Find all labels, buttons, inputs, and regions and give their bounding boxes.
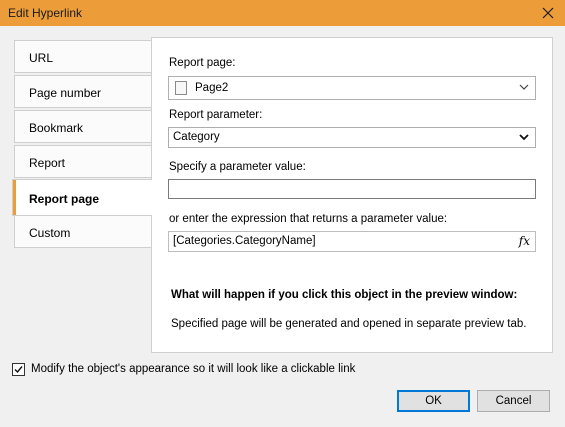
close-button[interactable] [531,0,565,26]
modify-appearance-label: Modify the object's appearance so it wil… [31,363,356,375]
close-icon [542,7,554,19]
chevron-down-icon [519,84,529,90]
info-heading: What will happen if you click this objec… [171,289,518,301]
report-parameter-select[interactable]: Category [168,127,536,148]
report-parameter-label: Report parameter: [169,109,263,121]
parameter-value-input[interactable] [168,179,536,199]
expression-input[interactable]: [Categories.CategoryName] fx [168,231,536,252]
tab-label: Report page [29,192,100,206]
expression-label: or enter the expression that returns a p… [169,213,448,225]
chevron-down-icon [519,134,529,141]
tab-url[interactable]: URL [14,40,151,73]
tab-custom[interactable]: Custom [14,215,151,248]
checkbox-box[interactable] [12,363,25,376]
tab-label: Custom [29,226,71,240]
report-page-label: Report page: [169,57,236,69]
page-icon [175,81,187,95]
checkmark-icon [14,366,23,374]
report-page-combobox[interactable]: Page2 [168,76,536,100]
expression-editor-button[interactable]: fx [519,234,530,248]
tab-label: Bookmark [29,121,84,135]
tab-report[interactable]: Report [14,145,151,178]
window-title: Edit Hyperlink [8,6,83,20]
tab-report-page[interactable]: Report page [12,179,152,216]
tab-bookmark[interactable]: Bookmark [14,110,151,143]
expression-value: [Categories.CategoryName] [173,235,316,247]
cancel-button[interactable]: Cancel [477,390,550,412]
tab-label: Page number [29,86,102,100]
parameter-value-label: Specify a parameter value: [169,161,306,173]
active-tab-indicator [13,180,16,215]
tab-label: Report [29,156,66,170]
tab-label: URL [29,51,54,65]
tab-page-number[interactable]: Page number [14,75,151,108]
report-parameter-value: Category [173,131,220,143]
info-description: Specified page will be generated and ope… [171,318,527,330]
title-bar: Edit Hyperlink [0,0,565,26]
report-page-value: Page2 [195,82,229,94]
ok-button[interactable]: OK [397,390,470,412]
